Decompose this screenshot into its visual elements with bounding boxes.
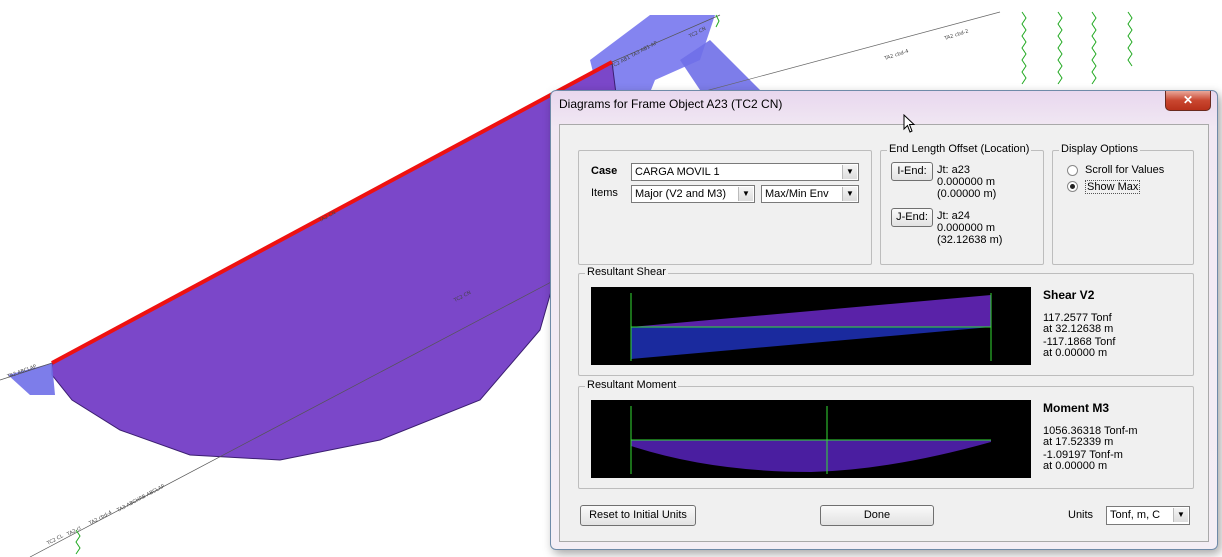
units-label: Units [1068,509,1094,521]
chevron-down-icon[interactable]: ▼ [1173,508,1188,522]
chevron-down-icon[interactable]: ▼ [842,165,857,179]
end-offset-group: End Length Offset (Location) I-End: Jt: … [880,143,1044,265]
j-end-offset: 0.000000 m [937,222,996,234]
items-component-value: Major (V2 and M3) [635,188,727,200]
shear-max-location: at 32.12638 m [1043,323,1114,335]
j-end-joint: Jt: a24 [937,210,971,222]
chevron-down-icon[interactable]: ▼ [738,187,753,201]
mouse-cursor-icon [903,114,916,133]
frame-label: TA3 ABCHRB ABCLAP [115,484,165,515]
case-select[interactable]: CARGA MOVIL 1 ▼ [631,163,859,181]
reset-units-button[interactable]: Reset to Initial Units [580,505,696,526]
scroll-values-label[interactable]: Scroll for Values [1085,164,1164,176]
moment-group: Resultant Moment Moment M3 1056.36318 To… [578,379,1194,489]
shear-negative-area [631,327,991,359]
shear-positive-area [631,295,991,327]
case-value: CARGA MOVIL 1 [635,166,720,178]
dialog-client-area: Case CARGA MOVIL 1 ▼ Items Major (V2 and… [559,124,1209,542]
show-max-radio[interactable] [1067,181,1078,192]
case-group: Case CARGA MOVIL 1 ▼ Items Major (V2 and… [578,150,872,265]
frame-label: TA2 cbd-2 [943,28,970,42]
units-value: Tonf, m, C [1110,509,1161,521]
moment-heading: Moment M3 [1043,401,1109,415]
case-label: Case [591,165,618,177]
show-max-label[interactable]: Show Max [1085,180,1141,194]
i-end-button[interactable]: I-End: [891,162,933,181]
end-offset-title: End Length Offset (Location) [887,143,1032,155]
shear-diagram [591,287,1031,365]
envelope-select[interactable]: Max/Min Env ▼ [761,185,859,203]
close-button[interactable]: ✕ [1165,91,1211,111]
frame-diagram-dialog: Diagrams for Frame Object A23 (TC2 CN) ✕… [550,90,1218,550]
units-select[interactable]: Tonf, m, C ▼ [1106,506,1190,525]
j-end-location: (32.12638 m) [937,234,1003,246]
shear-heading: Shear V2 [1043,288,1095,302]
i-end-joint: Jt: a23 [937,164,971,176]
scroll-values-radio[interactable] [1067,165,1078,176]
shear-group: Resultant Shear Shear V2 117.2577 Tonf a… [578,266,1194,376]
moment-title: Resultant Moment [585,379,679,391]
items-label: Items [591,187,618,199]
dialog-title: Diagrams for Frame Object A23 (TC2 CN) [559,97,783,111]
items-component-select[interactable]: Major (V2 and M3) ▼ [631,185,755,203]
done-button[interactable]: Done [820,505,934,526]
moment-min-location: at 0.00000 m [1043,460,1108,472]
i-end-offset: 0.000000 m [937,176,996,188]
shear-title: Resultant Shear [585,266,668,278]
moment-area [631,440,991,472]
moment-diagram [51,61,619,461]
moment-diagram-plot [591,400,1031,478]
moment-max-location: at 17.52339 m [1043,436,1114,448]
i-end-location: (0.00000 m) [937,188,997,200]
display-options-title: Display Options [1059,143,1141,155]
chevron-down-icon[interactable]: ▼ [842,187,857,201]
envelope-value: Max/Min Env [765,188,829,200]
shear-min-location: at 0.00000 m [1043,347,1108,359]
j-end-button[interactable]: J-End: [891,208,933,227]
frame-label: TA2 cbd-4 [883,48,910,62]
display-options-group: Display Options Scroll for Values Show M… [1052,143,1194,265]
frame-label: TA2 cbd-4 [87,510,113,527]
